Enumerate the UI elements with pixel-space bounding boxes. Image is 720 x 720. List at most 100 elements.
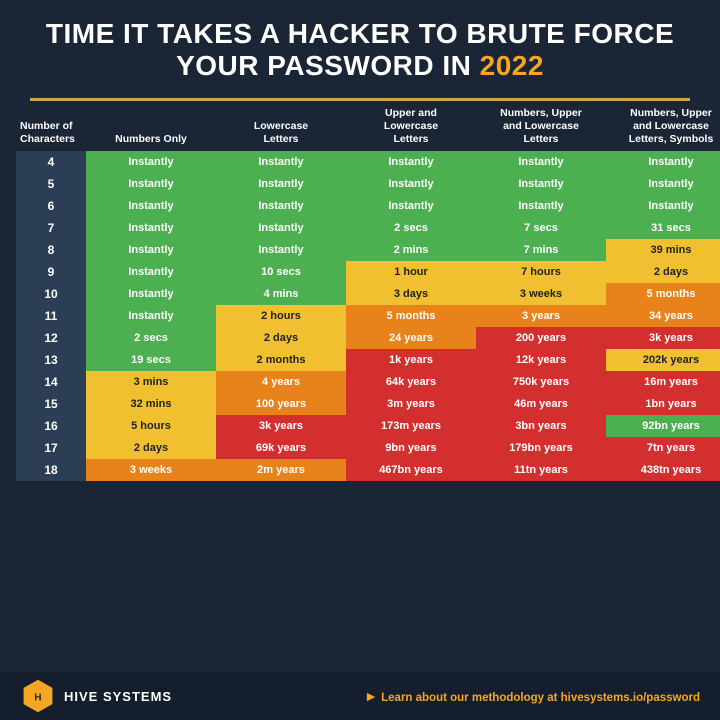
table-row-char: 7 <box>16 217 86 239</box>
svg-text:H: H <box>34 693 41 704</box>
table-cell: Instantly <box>86 305 216 327</box>
cta-text: Learn about our methodology at <box>381 692 561 704</box>
table-cell: 12k years <box>476 349 606 371</box>
table-cell: 7 mins <box>476 239 606 261</box>
cta-link[interactable]: hivesystems.io/password <box>561 692 700 704</box>
table-cell: 46m years <box>476 393 606 415</box>
table-cell: Instantly <box>606 173 720 195</box>
table-cell: 467bn years <box>346 459 476 481</box>
table-cell: 10 secs <box>216 261 346 283</box>
header: TIME IT TAKES A HACKER TO BRUTE FORCE YO… <box>0 0 720 92</box>
table-cell: 1 hour <box>346 261 476 283</box>
table-cell: 5 hours <box>86 415 216 437</box>
table-cell: Instantly <box>86 239 216 261</box>
table-cell: Instantly <box>216 217 346 239</box>
table-cell: 173m years <box>346 415 476 437</box>
table-cell: 11tn years <box>476 459 606 481</box>
title-year: 2022 <box>480 50 544 81</box>
table-cell: Instantly <box>216 151 346 173</box>
table-row-char: 8 <box>16 239 86 261</box>
table-row-char: 15 <box>16 393 86 415</box>
footer-cta: ► Learn about our methodology at hivesys… <box>364 688 700 704</box>
table-cell: 2m years <box>216 459 346 481</box>
table-cell: 9bn years <box>346 437 476 459</box>
col-header-chars: Number ofCharacters <box>16 101 86 151</box>
page-container: TIME IT TAKES A HACKER TO BRUTE FORCE YO… <box>0 0 720 720</box>
table-row-char: 14 <box>16 371 86 393</box>
table-cell: 2 months <box>216 349 346 371</box>
table-cell: 1bn years <box>606 393 720 415</box>
table-row-char: 11 <box>16 305 86 327</box>
table-cell: 39 mins <box>606 239 720 261</box>
table-cell: Instantly <box>86 173 216 195</box>
table-cell: Instantly <box>606 195 720 217</box>
table-cell: 34 years <box>606 305 720 327</box>
table-cell: 92bn years <box>606 415 720 437</box>
table-cell: 3 days <box>346 283 476 305</box>
table-row-char: 13 <box>16 349 86 371</box>
table-cell: 7 hours <box>476 261 606 283</box>
table-cell: 3 years <box>476 305 606 327</box>
table-cell: 24 years <box>346 327 476 349</box>
table-row-char: 18 <box>16 459 86 481</box>
table-cell: Instantly <box>86 195 216 217</box>
password-table: Number ofCharacters Numbers Only Lowerca… <box>16 101 720 481</box>
table-cell: Instantly <box>476 195 606 217</box>
table-row-char: 12 <box>16 327 86 349</box>
table-cell: Instantly <box>86 261 216 283</box>
table-cell: 2 secs <box>86 327 216 349</box>
footer: H HIVE SYSTEMS ► Learn about our methodo… <box>0 672 720 720</box>
table-cell: 3k years <box>606 327 720 349</box>
table-cell: 3k years <box>216 415 346 437</box>
table-cell: Instantly <box>86 151 216 173</box>
table-cell: Instantly <box>86 283 216 305</box>
table-cell: 32 mins <box>86 393 216 415</box>
table-cell: 4 years <box>216 371 346 393</box>
col-header-full: Numbers, Upperand LowercaseLetters, Symb… <box>606 101 720 151</box>
table-cell: 5 months <box>606 283 720 305</box>
table-cell: Instantly <box>476 151 606 173</box>
arrow-icon: ► <box>364 688 378 704</box>
table-row-char: 5 <box>16 173 86 195</box>
hive-logo: H HIVE SYSTEMS <box>20 678 172 714</box>
table-cell: 750k years <box>476 371 606 393</box>
table-row-char: 16 <box>16 415 86 437</box>
col-header-upper-lower: Upper andLowercaseLetters <box>346 101 476 151</box>
table-cell: 19 secs <box>86 349 216 371</box>
table-cell: 200 years <box>476 327 606 349</box>
table-cell: 3bn years <box>476 415 606 437</box>
col-header-numbers: Numbers Only <box>86 101 216 151</box>
table-cell: Instantly <box>86 217 216 239</box>
table-cell: 64k years <box>346 371 476 393</box>
table-cell: Instantly <box>346 173 476 195</box>
table-cell: 1k years <box>346 349 476 371</box>
table-cell: 2 secs <box>346 217 476 239</box>
table-cell: 100 years <box>216 393 346 415</box>
table-cell: 16m years <box>606 371 720 393</box>
table-cell: 4 mins <box>216 283 346 305</box>
table-cell: 2 days <box>86 437 216 459</box>
table-row-char: 17 <box>16 437 86 459</box>
table-row-char: 4 <box>16 151 86 173</box>
table-cell: 2 days <box>606 261 720 283</box>
table-wrapper: Number ofCharacters Numbers Only Lowerca… <box>0 101 720 672</box>
col-header-lower: LowercaseLetters <box>216 101 346 151</box>
table-cell: 202k years <box>606 349 720 371</box>
table-cell: Instantly <box>216 195 346 217</box>
table-cell: 7 secs <box>476 217 606 239</box>
table-cell: Instantly <box>476 173 606 195</box>
table-cell: 31 secs <box>606 217 720 239</box>
table-cell: Instantly <box>606 151 720 173</box>
table-cell: 438tn years <box>606 459 720 481</box>
table-cell: 2 hours <box>216 305 346 327</box>
table-cell: 2 mins <box>346 239 476 261</box>
table-cell: 69k years <box>216 437 346 459</box>
table-cell: Instantly <box>346 151 476 173</box>
table-cell: 3 weeks <box>86 459 216 481</box>
table-cell: 7tn years <box>606 437 720 459</box>
title-white: TIME IT TAKES A HACKER TO BRUTE FORCE YO… <box>46 18 674 81</box>
table-cell: 5 months <box>346 305 476 327</box>
table-cell: 3m years <box>346 393 476 415</box>
table-row-char: 6 <box>16 195 86 217</box>
page-title: TIME IT TAKES A HACKER TO BRUTE FORCE YO… <box>30 18 690 82</box>
